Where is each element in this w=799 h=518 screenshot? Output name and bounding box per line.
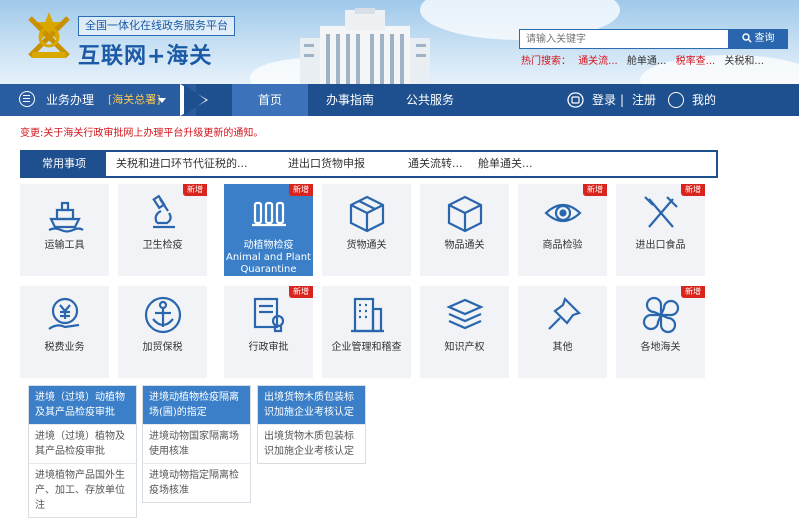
- search-input[interactable]: [519, 29, 734, 49]
- tile-label: 税费业务: [44, 342, 85, 353]
- sub-list-item[interactable]: 出境货物木质包装标识加施企业考核认定: [258, 424, 365, 463]
- tile-label: 知识产权: [444, 342, 485, 353]
- sub-list-item[interactable]: 进境动物国家隔离场使用核准: [143, 424, 250, 463]
- hot-search-item[interactable]: 税率查...: [676, 56, 716, 67]
- tile-goods-clearance[interactable]: 货物通关: [322, 184, 411, 276]
- sub-list-isolation-site: 进境动植物检疫隔离场(圃)的指定 进境动物国家隔离场使用核准 进境动物指定隔离检…: [142, 385, 251, 503]
- layers-icon: [446, 298, 484, 330]
- site-header: 全国一体化在线政务服务平台 互联网+海关 查询 热门搜索： 通关流... 舱单通…: [0, 0, 799, 84]
- tile-label: 其他: [552, 342, 573, 353]
- sub-list-header[interactable]: 进境（过境）动植物及其产品检疫审批: [29, 386, 136, 424]
- my-account-link[interactable]: 我的: [692, 84, 716, 116]
- new-badge: 新增: [289, 184, 313, 196]
- sub-list-wood-packaging: 出境货物木质包装标识加施企业考核认定 出境货物木质包装标识加施企业考核认定: [257, 385, 366, 464]
- tile-local-customs[interactable]: 各地海关 新增: [616, 286, 705, 378]
- pushpin-icon: [548, 296, 582, 330]
- tile-label: 运输工具: [44, 240, 85, 251]
- tile-label: 各地海关: [640, 342, 681, 353]
- menu-icon: [19, 91, 35, 107]
- sub-list-header[interactable]: 进境动植物检疫隔离场(圃)的指定: [143, 386, 250, 424]
- customs-emblem-icon: [28, 12, 70, 58]
- tab-home[interactable]: 首页: [232, 84, 308, 116]
- common-items-bar: 常用事项 关税和进口环节代征税的... 进出口货物申报 通关流转... 舱单通关…: [20, 150, 718, 178]
- document-stamp-icon: [253, 297, 285, 333]
- tile-bonded-processing[interactable]: 加贸保税: [118, 286, 207, 378]
- tile-label: 行政审批: [248, 342, 289, 353]
- yen-coin-icon: [48, 297, 80, 330]
- sub-list-header[interactable]: 出境货物木质包装标识加施企业考核认定: [258, 386, 365, 424]
- common-item-link[interactable]: 关税和进口环节代征税的...: [116, 152, 248, 176]
- anchor-icon: [144, 296, 182, 334]
- tile-transport[interactable]: 运输工具: [20, 184, 109, 276]
- nav-separator: |: [620, 93, 625, 107]
- login-link[interactable]: 登录: [592, 84, 616, 116]
- hot-search-label: 热门搜索：: [521, 56, 571, 67]
- tile-label: 商品检验: [542, 240, 583, 251]
- ship-icon: [48, 201, 84, 233]
- tile-administrative-approval[interactable]: 行政审批 新增: [224, 286, 313, 378]
- common-item-link[interactable]: 通关流转...: [408, 152, 463, 176]
- tile-animal-plant-quarantine[interactable]: 动植物检疫 Animal and Plant Quarantine 新增: [224, 184, 313, 276]
- eye-icon: [544, 203, 582, 223]
- platform-title: 全国一体化在线政务服务平台: [78, 16, 235, 36]
- sub-list-item[interactable]: 进境动物指定隔离检疫场核准: [143, 463, 250, 502]
- search-button[interactable]: 查询: [728, 29, 788, 49]
- tile-label: 进出口食品: [635, 240, 686, 251]
- main-navbar: 业务办理 [海关总署] 首页 办事指南 公共服务 登录 | 注册 我的: [0, 84, 799, 116]
- fork-knife-icon: [644, 196, 678, 228]
- nav-divider: [184, 84, 206, 116]
- microscope-icon: [152, 194, 175, 229]
- register-link[interactable]: 注册: [632, 84, 656, 116]
- search-button-label: 查询: [754, 33, 775, 44]
- tile-label: 卫生检疫: [142, 240, 183, 251]
- notice-link[interactable]: 变更:关于海关行政审批网上办理平台升级更新的通知。: [20, 124, 263, 139]
- tile-enterprise-management[interactable]: 企业管理和稽查: [322, 286, 411, 378]
- search-icon: [741, 33, 752, 43]
- hot-search-item[interactable]: 关税和...: [724, 56, 764, 67]
- tile-label: 货物通关: [346, 240, 387, 251]
- hot-search-item[interactable]: 舱单通...: [627, 56, 667, 67]
- tile-commodity-inspection[interactable]: 商品检验 新增: [518, 184, 607, 276]
- test-tubes-icon: [252, 201, 286, 227]
- sub-list-item[interactable]: 进境植物产品国外生产、加工、存放单位注: [29, 463, 136, 517]
- office-building-icon: [351, 297, 384, 333]
- tile-tax-business[interactable]: 税费业务: [20, 286, 109, 378]
- package-box-icon: [349, 195, 385, 233]
- tile-other[interactable]: 其他: [518, 286, 607, 378]
- tile-intellectual-property[interactable]: 知识产权: [420, 286, 509, 378]
- clover-knot-icon: [642, 296, 680, 334]
- tile-label: 动植物检疫 Animal and Plant Quarantine: [226, 240, 311, 275]
- sub-list-item[interactable]: 进境（过境）植物及其产品检疫审批: [29, 424, 136, 463]
- chevron-down-icon: [158, 98, 166, 103]
- tab-public-service[interactable]: 公共服务: [394, 84, 466, 116]
- sub-list-quarantine-approval: 进境（过境）动植物及其产品检疫审批 进境（过境）植物及其产品检疫审批 进境植物产…: [28, 385, 137, 518]
- new-badge: 新增: [183, 184, 207, 196]
- business-scope-selector[interactable]: [海关总署]: [108, 84, 161, 116]
- hot-search-item[interactable]: 通关流...: [578, 56, 618, 67]
- new-badge: 新增: [583, 184, 607, 196]
- new-badge: 新增: [289, 286, 313, 298]
- site-logo-text[interactable]: 互联网+海关: [78, 38, 212, 70]
- cube-icon: [447, 195, 483, 233]
- tile-articles-clearance[interactable]: 物品通关: [420, 184, 509, 276]
- common-item-link[interactable]: 进出口货物申报: [288, 152, 365, 176]
- tile-import-export-food[interactable]: 进出口食品 新增: [616, 184, 705, 276]
- tile-health-quarantine[interactable]: 卫生检疫 新增: [118, 184, 207, 276]
- tab-guide[interactable]: 办事指南: [314, 84, 386, 116]
- new-badge: 新增: [681, 184, 705, 196]
- tile-label: 加贸保税: [142, 342, 183, 353]
- business-menu[interactable]: 业务办理 [海关总署]: [0, 84, 196, 116]
- business-menu-label: 业务办理: [46, 93, 95, 107]
- user-icon: [668, 92, 684, 108]
- common-item-link[interactable]: 舱单通关...: [478, 152, 533, 176]
- login-icon: [567, 92, 584, 108]
- tile-label: 企业管理和稽查: [331, 342, 402, 353]
- customs-building-image: [300, 8, 430, 84]
- tile-label: 物品通关: [444, 240, 485, 251]
- hot-search-bar: 热门搜索： 通关流... 舱单通... 税率查... 关税和...: [521, 52, 770, 67]
- new-badge: 新增: [681, 286, 705, 298]
- common-items-title: 常用事项: [22, 152, 106, 176]
